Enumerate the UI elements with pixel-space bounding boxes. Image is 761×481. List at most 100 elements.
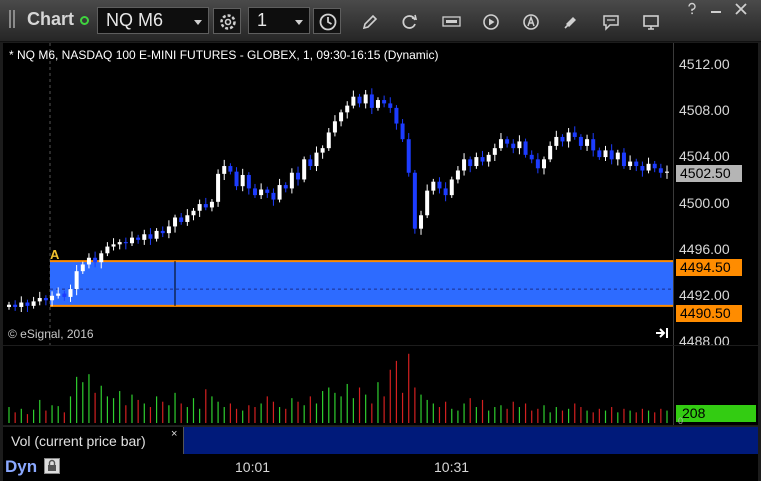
candle-body [412,172,417,229]
volume-value-tag: 208 [676,405,756,422]
minimize-button[interactable] [708,2,725,16]
candle-body [443,188,448,196]
candle-body [56,293,61,296]
candle-body [7,304,11,307]
scroll-end-icon [656,328,668,338]
candle-body [523,141,528,155]
candle-body [74,271,79,290]
last-price-tag: 4502.50 [676,165,742,182]
candle-body [240,174,245,187]
refresh-button[interactable] [395,8,423,34]
chart-window: Chart NQ M6 1 * NQ M6, NASDAQ 100 E-MINI… [0,0,761,481]
candle-body [289,172,294,189]
settings-button[interactable] [213,8,241,34]
candle-body [252,188,257,196]
link-status-icon [80,16,89,25]
study-label[interactable]: Vol (current price bar) [3,427,184,455]
candle-body [621,152,626,167]
candle-body [578,136,583,146]
candle-body [62,293,67,297]
candle-body [154,230,159,239]
volume-chart[interactable] [3,346,673,425]
price-chart[interactable] [3,43,673,345]
pin-tool-button[interactable] [556,8,584,34]
candle-body [425,190,430,216]
candle-body [603,150,608,158]
scroll-to-end-button[interactable] [654,326,670,340]
candle-body [511,143,516,149]
close-button[interactable] [733,2,750,16]
help-icon [688,2,696,15]
candle-body [455,170,460,180]
candle-body [283,185,288,189]
candle-body [136,237,141,240]
get-data-button[interactable] [436,8,464,34]
candle-body [93,257,98,263]
candle-body [597,150,602,158]
upper-level-tag: 4494.50 [676,259,742,276]
draw-tool-button[interactable] [355,8,383,34]
toolbar: Chart NQ M6 1 [0,0,761,42]
candle-body [332,121,337,133]
price-pane[interactable]: * NQ M6, NASDAQ 100 E-MINI FUTURES - GLO… [3,43,673,345]
monitor-button[interactable] [636,8,664,34]
candle-body [265,189,270,193]
candle-body [43,298,48,301]
price-axis[interactable]: 4512.00 4508.00 4504.00 4500.00 4496.00 … [673,43,758,345]
get-data-icon [442,16,461,27]
chevron-down-icon[interactable] [194,20,202,25]
price-tick: 4500.00 [679,195,730,211]
candle-body [394,107,399,124]
candle-body [37,298,42,302]
study-bar: Vol (current price bar) × [3,426,758,455]
time-axis[interactable]: Dyn 10:01 10:31 [3,454,758,481]
dynamic-mode-label[interactable]: Dyn [5,457,37,477]
lock-icon[interactable] [44,458,60,474]
candle-body [228,166,233,172]
candle-body [658,168,663,173]
window-title: Chart [27,9,75,29]
candle-body [505,139,510,144]
candle-body [498,139,503,149]
candle-body [554,136,559,146]
candle-body [345,105,350,113]
candle-body [486,154,491,162]
candle-body [179,217,184,222]
candle-body [468,159,473,167]
candle-body [203,204,208,208]
candle-body [388,103,393,108]
candle-body [400,123,405,140]
minimize-icon [711,11,721,13]
alert-button[interactable] [516,8,544,34]
candle-body [480,157,485,162]
interval-value: 1 [257,10,268,30]
candle-body [474,157,479,167]
pin-tool-icon [564,17,576,29]
candle-body [634,161,639,167]
candle-body [419,215,424,229]
drag-grip-icon[interactable] [9,10,17,30]
volume-zero-label: 0 [678,416,684,426]
candle-body [646,163,651,171]
candle-body [615,152,620,160]
candle-body [351,96,356,106]
candle-body [111,244,116,247]
interval-clock-button[interactable] [313,8,341,34]
play-replay-icon [483,14,499,30]
study-close-button[interactable]: × [171,428,177,440]
volume-axis: 208 0 [673,346,758,426]
level-band [50,261,673,306]
candle-body [462,159,467,171]
volume-pane[interactable] [3,346,673,425]
help-button[interactable] [684,2,701,16]
candle-body [652,163,657,169]
symbol-input[interactable]: NQ M6 [97,7,209,34]
chevron-down-icon[interactable] [295,20,303,25]
candle-body [185,215,190,222]
replay-button[interactable] [476,8,504,34]
interval-input[interactable]: 1 [248,7,310,34]
level-label: A [50,247,60,262]
comment-button[interactable] [596,8,624,34]
candle-body [117,242,122,245]
candle-body [296,172,301,180]
